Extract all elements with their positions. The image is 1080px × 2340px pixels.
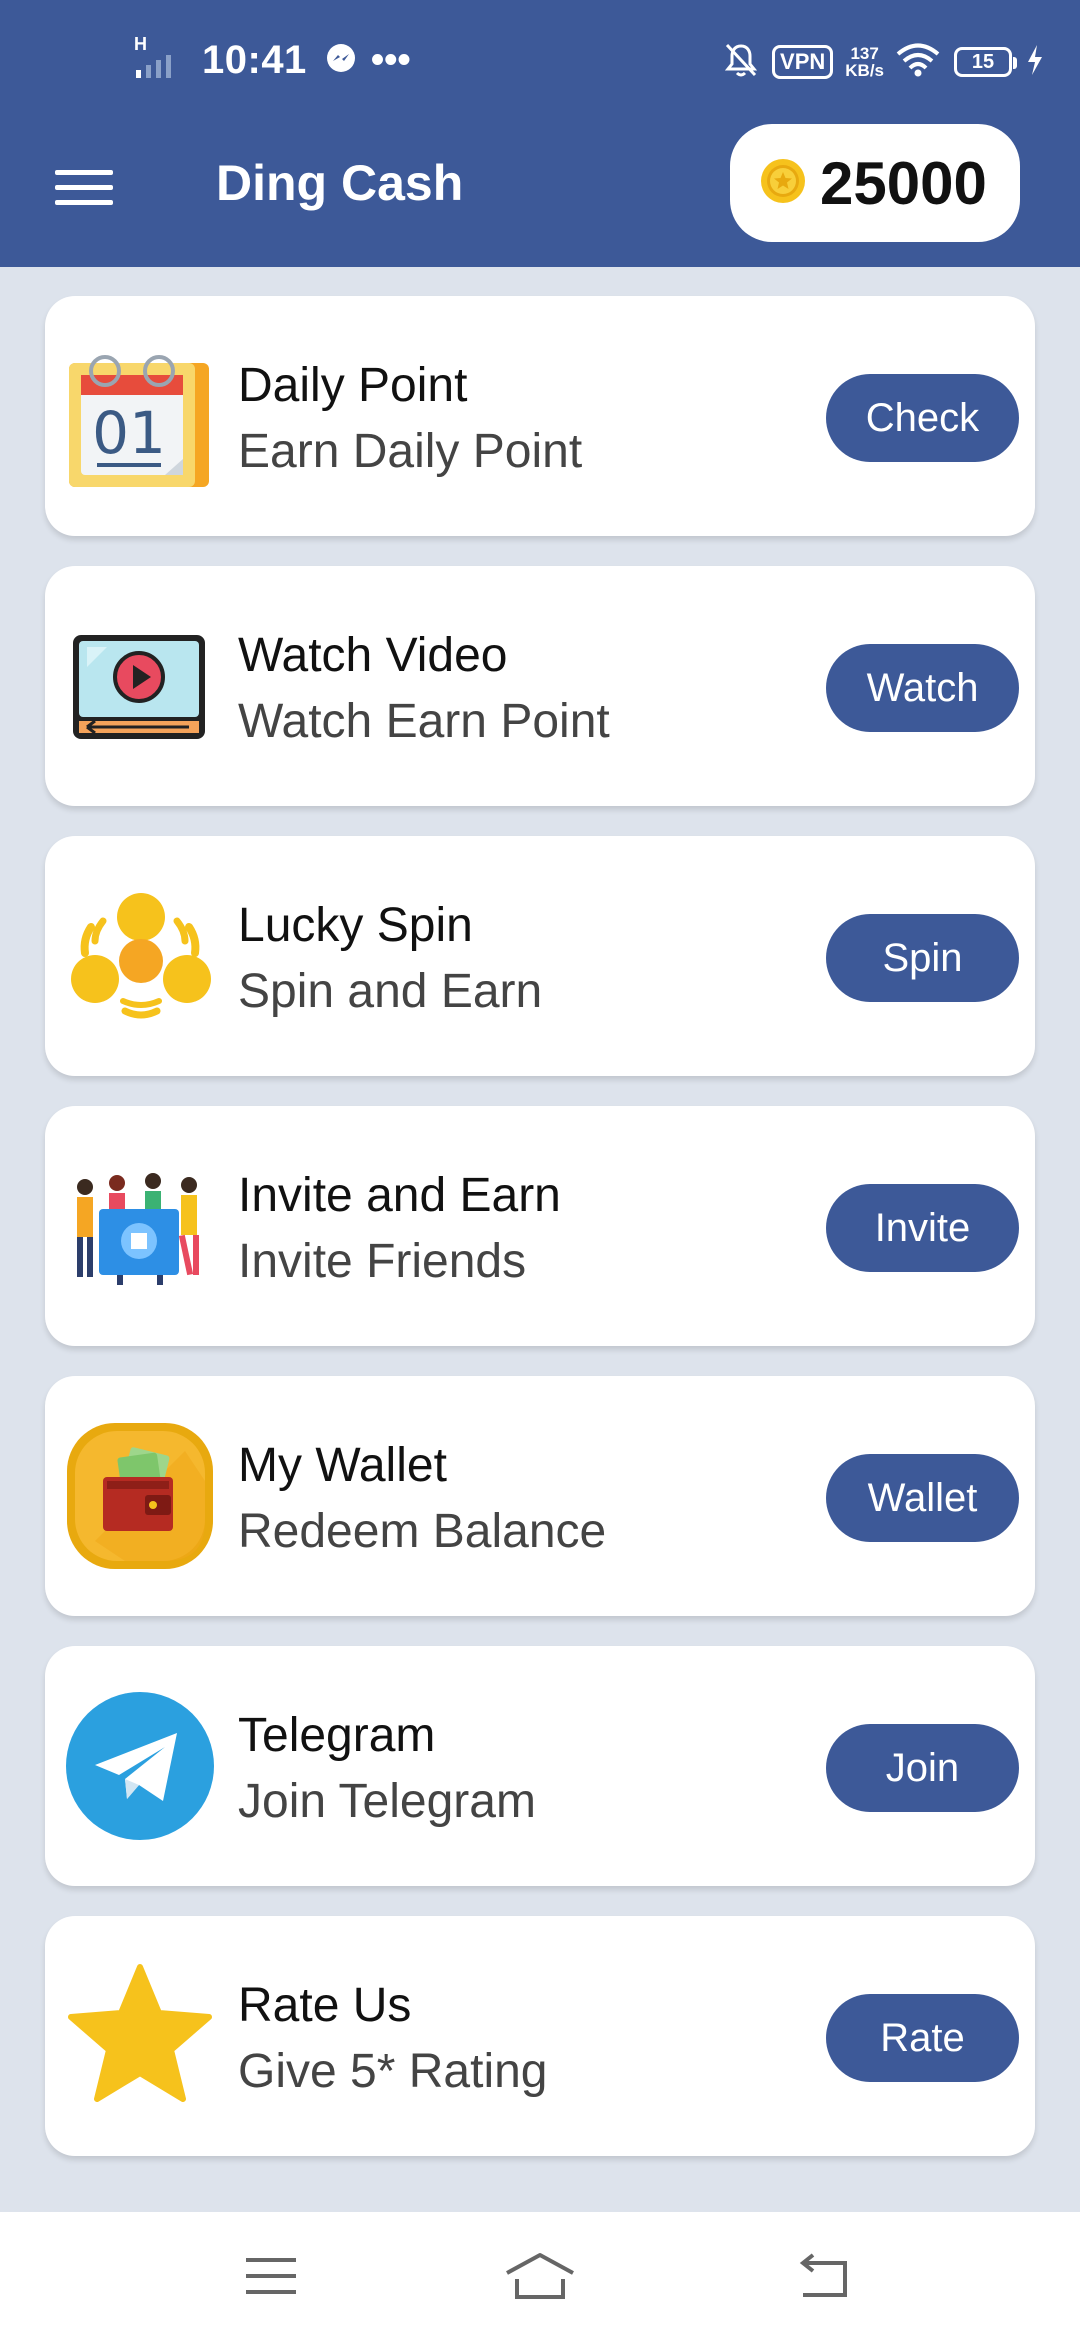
messenger-icon — [325, 42, 357, 79]
join-button[interactable]: Join — [826, 1724, 1019, 1812]
item-title: Invite and Earn — [238, 1169, 561, 1222]
check-button[interactable]: Check — [826, 374, 1019, 462]
list-item-invite-and-earn[interactable]: Invite and Earn Invite Friends Invite — [45, 1106, 1035, 1346]
app-header: H 10:41 ••• VPN 137 KB/s 15 Ding Cash 25… — [0, 0, 1080, 267]
menu-icon[interactable] — [52, 160, 116, 222]
menu-line — [55, 200, 113, 205]
system-navigation-bar — [0, 2212, 1080, 2340]
list-item-telegram[interactable]: Telegram Join Telegram Join — [45, 1646, 1035, 1886]
people-group-icon — [65, 1151, 215, 1301]
item-subtitle: Invite Friends — [238, 1235, 527, 1288]
list-item-lucky-spin[interactable]: Lucky Spin Spin and Earn Spin — [45, 836, 1035, 1076]
item-title: Rate Us — [238, 1979, 412, 2032]
status-bar: H 10:41 ••• VPN 137 KB/s 15 — [0, 0, 1080, 120]
spin-button[interactable]: Spin — [826, 914, 1019, 1002]
calendar-number: 01 — [92, 399, 166, 467]
earn-options-list: 01 Daily Point Earn Daily Point Check Wa… — [45, 296, 1035, 2186]
item-title: My Wallet — [238, 1439, 447, 1492]
coin-amount: 25000 — [820, 149, 987, 217]
rate-button[interactable]: Rate — [826, 1994, 1019, 2082]
status-right: VPN 137 KB/s 15 — [724, 36, 1044, 88]
item-subtitle: Give 5* Rating — [238, 2045, 548, 2098]
item-title: Daily Point — [238, 359, 468, 412]
list-item-watch-video[interactable]: Watch Video Watch Earn Point Watch — [45, 566, 1035, 806]
wallet-button[interactable]: Wallet — [826, 1454, 1019, 1542]
item-subtitle: Join Telegram — [238, 1775, 536, 1828]
item-title: Telegram — [238, 1709, 436, 1762]
coin-icon — [760, 158, 806, 209]
spinner-icon — [65, 881, 215, 1031]
recent-apps-icon[interactable] — [231, 2246, 311, 2306]
watch-button[interactable]: Watch — [826, 644, 1019, 732]
vpn-badge: VPN — [772, 45, 834, 79]
clock: 10:41 — [202, 37, 307, 82]
list-item-daily-point[interactable]: 01 Daily Point Earn Daily Point Check — [45, 296, 1035, 536]
speed-unit: KB/s — [845, 61, 884, 80]
coin-balance[interactable]: 25000 — [730, 124, 1020, 242]
menu-line — [55, 185, 113, 190]
status-left: H 10:41 ••• — [134, 32, 411, 88]
back-icon[interactable] — [783, 2246, 863, 2306]
home-icon[interactable] — [500, 2246, 580, 2306]
item-subtitle: Spin and Earn — [238, 965, 543, 1018]
signal-icon: H — [134, 34, 188, 80]
app-title: Ding Cash — [216, 155, 464, 211]
video-player-icon — [65, 611, 215, 761]
item-title: Watch Video — [238, 629, 508, 682]
network-speed: 137 KB/s — [845, 45, 884, 79]
item-subtitle: Earn Daily Point — [238, 425, 583, 478]
wallet-icon — [65, 1421, 215, 1571]
mute-notification-icon — [724, 42, 758, 83]
wifi-icon — [896, 43, 940, 82]
item-subtitle: Watch Earn Point — [238, 695, 610, 748]
list-item-my-wallet[interactable]: My Wallet Redeem Balance Wallet — [45, 1376, 1035, 1616]
telegram-icon — [65, 1691, 215, 1841]
battery-indicator: 15 — [954, 47, 1017, 77]
calendar-icon: 01 — [65, 341, 215, 491]
app-bar: Ding Cash 25000 — [0, 120, 1080, 267]
invite-button[interactable]: Invite — [826, 1184, 1019, 1272]
menu-line — [55, 170, 113, 175]
charging-icon — [1026, 44, 1044, 81]
item-subtitle: Redeem Balance — [238, 1505, 607, 1558]
star-icon — [65, 1961, 215, 2111]
more-notifications-icon: ••• — [370, 39, 411, 81]
list-item-rate-us[interactable]: Rate Us Give 5* Rating Rate — [45, 1916, 1035, 2156]
item-title: Lucky Spin — [238, 899, 473, 952]
